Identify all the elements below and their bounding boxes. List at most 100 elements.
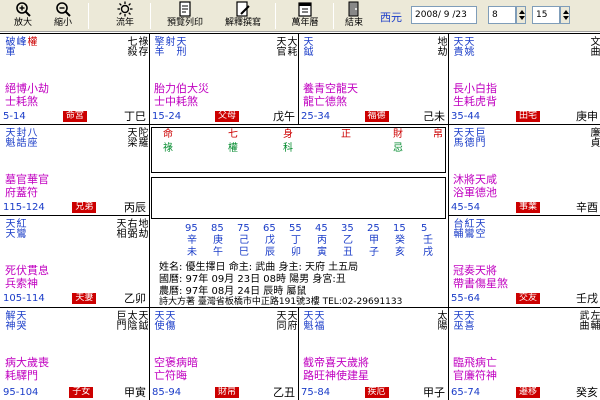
star: 太陽: [435, 310, 446, 330]
print-preview-icon: [179, 1, 191, 17]
age-range: 15-24: [152, 110, 182, 122]
zoom-out-button[interactable]: 縮小: [46, 1, 80, 31]
star: 台輔: [451, 218, 462, 238]
palace-gods-1: 墓官華官: [5, 173, 49, 186]
branch: 戌: [423, 247, 433, 258]
palace-wealth[interactable]: 天使 天傷 天府 天同 空褒病暗 亡符晦 85-94 財帛 乙丑: [150, 308, 297, 400]
palace-footer: 25-34 福德 己未: [301, 110, 445, 123]
palace-stars-left: 天使 天傷: [152, 310, 174, 330]
era-label: 西元: [380, 11, 402, 24]
age-number: 65: [263, 223, 276, 234]
star: 天府: [285, 310, 296, 330]
center-trans: 祿: [163, 143, 173, 154]
age-range: 75-84: [301, 386, 331, 398]
age-number: 5: [421, 223, 428, 234]
toolbar: 放大 縮小 流年 預覽列印 解釋撰寫 萬年曆 結束 西元 2008/ 9 /23…: [0, 0, 600, 32]
palace-stars-left: 天鉞: [301, 36, 312, 56]
palace-stars-left: 台輔 紅鸞 天空: [451, 218, 484, 238]
palace-career[interactable]: 天馬 天德 巨門 廉貞 沐將天咸 浴軍德池 45-54 事業 辛酉: [449, 125, 600, 215]
palace-travel[interactable]: 天巫 天喜 左輔 武曲 臨飛病亡 官廉符神 65-74 遷移 癸亥: [449, 308, 600, 400]
palace-stars-right: 廉貞: [588, 127, 599, 147]
palace-gods-1: 臨飛病亡: [453, 356, 497, 369]
palace-stars-right: 地劫 右弼 天相: [114, 218, 147, 238]
zoom-out-icon: [56, 2, 71, 17]
palace-parents[interactable]: 擎羊 射 天刑 大耗 天官 胎力伯大災 士中耗煞 15-24 父母 戊午: [150, 34, 297, 124]
age-range: 105-114: [3, 292, 45, 304]
minute-field[interactable]: 15: [532, 6, 560, 24]
age-range: 55-64: [451, 292, 481, 304]
palace-gods-1: 養青空龍天: [303, 82, 358, 95]
palace-gods-1: 截帝喜天歲將: [303, 356, 369, 369]
palace-children[interactable]: 解神 天哭 天鉞 太陰 巨門 病大歲喪 耗驛門 95-104 子女 甲寅: [1, 308, 148, 400]
palace-branch: 壬戌: [575, 292, 598, 305]
close-button[interactable]: 結束: [338, 1, 370, 31]
palace-tag: 夫妻: [72, 292, 97, 304]
palace-stars-left: 破軍 峰 權: [3, 36, 36, 56]
hour-spinner[interactable]: [516, 6, 526, 24]
star: 天鉞: [136, 310, 147, 330]
zoom-in-icon: [16, 2, 31, 17]
palace-stars-right: 祿存 七殺: [125, 36, 147, 56]
palace-tag: 遷移: [516, 386, 541, 398]
print-preview-label: 預覽列印: [166, 18, 203, 28]
palace-footer: 5-14 命宮 丁巳: [3, 110, 146, 123]
branch: 亥: [395, 247, 405, 258]
star: 武曲: [577, 310, 588, 330]
star: 紅鸞: [14, 218, 25, 238]
print-preview-button[interactable]: 預覽列印: [160, 1, 210, 31]
astrology-chart: 破軍 峰 權 祿存 七殺 絕博小劫 士耗煞 5-14 命宮 丁巳 擎羊 射 天刑…: [0, 33, 600, 400]
star: 天鉞: [301, 36, 312, 56]
palace-property[interactable]: 天貴 天姚 文曲 長小白指 生耗虎背 35-44 田宅 庚申: [449, 34, 600, 124]
star: 大耗: [285, 36, 296, 56]
palace-gods-2: 官廉符神: [453, 369, 497, 382]
stem: 庚: [213, 235, 223, 246]
center-head: 七: [228, 129, 238, 140]
star: 天天: [3, 218, 14, 238]
age-range: 35-44: [451, 110, 481, 122]
palace-footer: 65-74 遷移 癸亥: [451, 386, 598, 399]
star: 天喜: [462, 310, 473, 330]
center-head: 帛: [433, 129, 443, 140]
palace-tag: 田宅: [516, 110, 541, 122]
palace-fortune[interactable]: 天鉞 地劫 養青空龍天 龍亡德煞 25-34 福德 己未: [299, 34, 447, 124]
hour-field[interactable]: 8: [488, 6, 516, 24]
date-picker[interactable]: 2008/ 9 /23: [411, 6, 477, 24]
palace-branch: 甲子: [422, 386, 445, 399]
palace-health[interactable]: 天魁 天福 太陽 截帝喜天歲將 路旺神使建星 75-84 疾厄 甲子: [299, 308, 447, 400]
palace-spouse[interactable]: 天天 紅鸞 地劫 右弼 天相 死伏貫息 兵索神 105-114 夫妻 乙卯: [1, 216, 148, 306]
palace-stars-right: 左輔 武曲: [577, 310, 599, 330]
palace-gods-1: 冠奏天將: [453, 264, 497, 277]
palace-gods-2: 生耗虎背: [453, 95, 497, 108]
branch: 午: [213, 247, 223, 258]
palace-tag: 交友: [516, 292, 541, 304]
sub-grid: [151, 177, 446, 219]
palace-gods-1: 沐將天咸: [453, 173, 497, 186]
palace-footer: 55-64 交友 壬戌: [451, 292, 598, 305]
toolbar-separator: [150, 3, 151, 29]
palace-branch: 戊午: [272, 110, 295, 123]
palace-siblings[interactable]: 天魁 封誥 八座 陀羅 天梁 墓官華官 府蓋符 115-124 兄弟 丙辰: [1, 125, 148, 215]
minute-spinner[interactable]: [560, 6, 570, 24]
stem: 丁: [291, 235, 301, 246]
flow-year-button[interactable]: 流年: [108, 1, 142, 31]
calendar-button[interactable]: 萬年曆: [285, 1, 325, 31]
center-head: 財: [393, 129, 403, 140]
star: 天哭: [14, 310, 25, 330]
stem: 辛: [187, 235, 197, 246]
zoom-in-button[interactable]: 放大: [6, 1, 40, 31]
palace-tag: 疾厄: [364, 386, 389, 398]
star: 紅鸞: [462, 218, 473, 238]
palace-branch: 乙丑: [272, 386, 295, 399]
palace-life[interactable]: 破軍 峰 權 祿存 七殺 絕博小劫 士耗煞 5-14 命宮 丁巳: [1, 34, 148, 124]
star: 天魁: [3, 127, 14, 147]
palace-gods-2: 浴軍德池: [453, 186, 497, 199]
palace-gods-2: 路旺神使建星: [303, 369, 369, 382]
palace-gods-2: 帶書傷星煞: [453, 277, 508, 290]
age-range: 45-54: [451, 201, 481, 213]
palace-footer: 75-84 疾厄 甲子: [301, 386, 445, 399]
star: 地劫: [136, 218, 147, 238]
palace-friends[interactable]: 台輔 紅鸞 天空 冠奏天將 帶書傷星煞 55-64 交友 壬戌: [449, 216, 600, 306]
center-trans: 忌: [393, 143, 403, 154]
interpret-button[interactable]: 解釋撰寫: [218, 1, 268, 31]
palace-footer: 105-114 夫妻 乙卯: [3, 292, 146, 305]
